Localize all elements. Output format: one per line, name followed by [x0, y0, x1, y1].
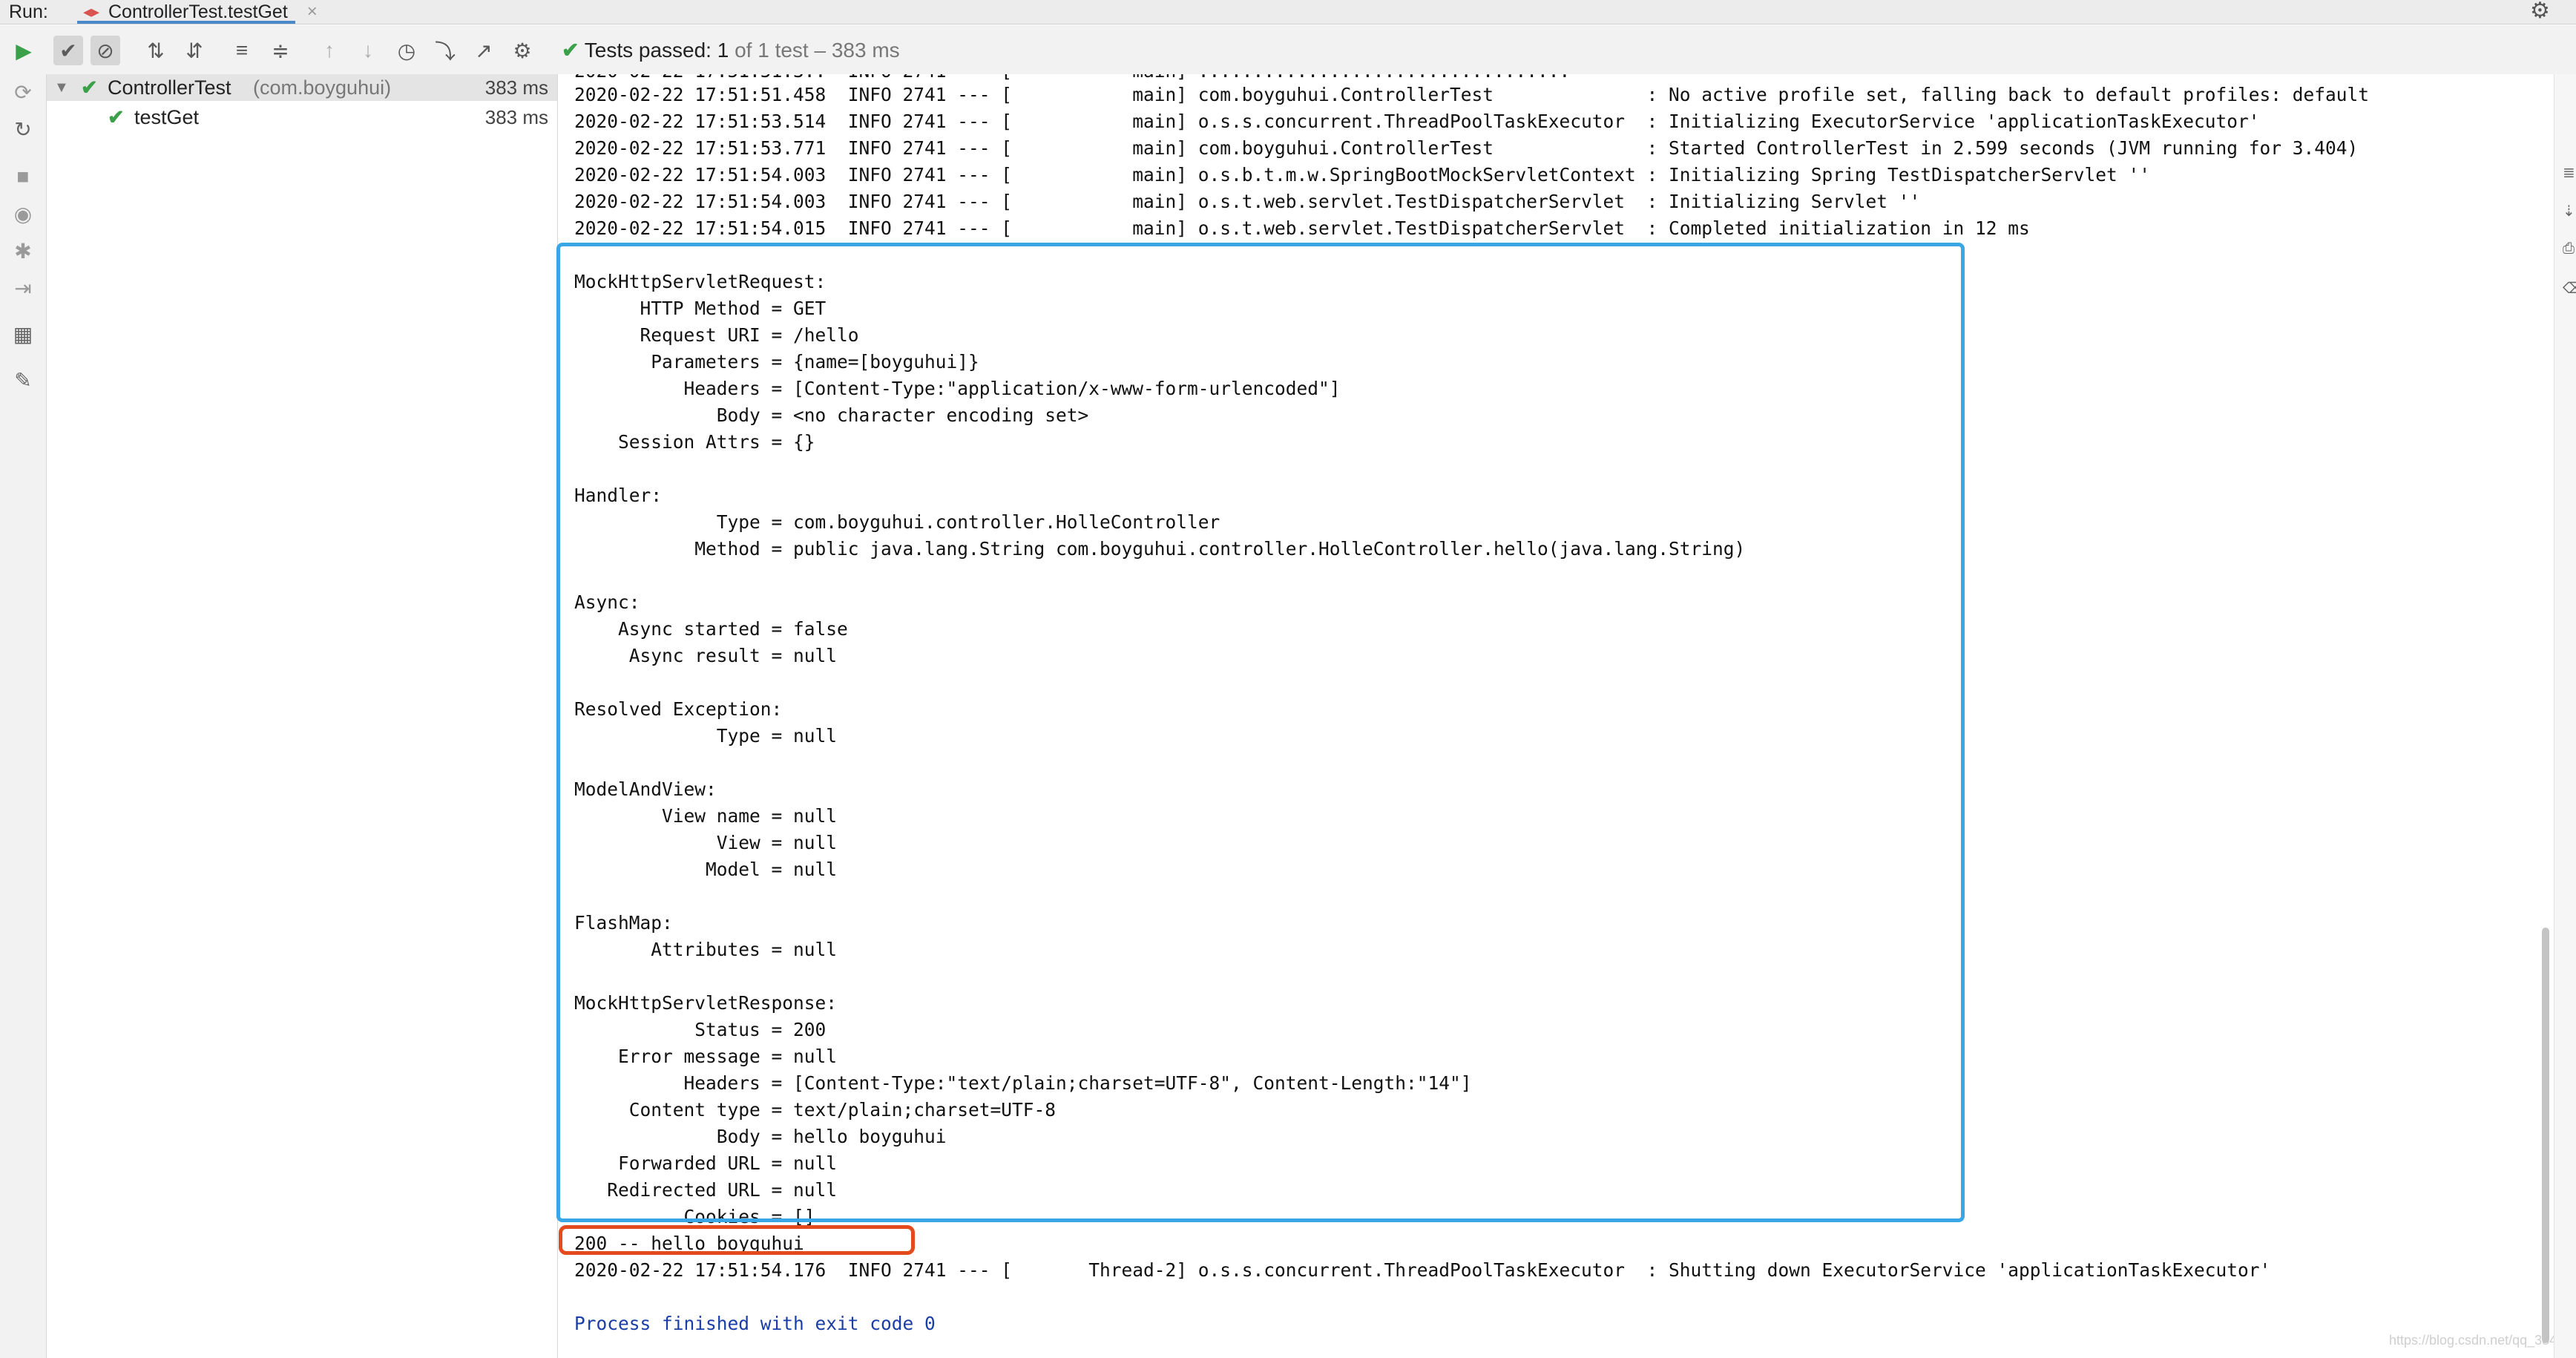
highlight-box-blue	[556, 243, 1965, 1222]
soft-wrap-icon[interactable]: ≣	[2563, 163, 2576, 181]
status-rest: of 1 test – 383 ms	[735, 39, 900, 62]
console-line: 2020-02-22 17:51:53.771 INFO 2741 --- [ …	[574, 137, 2359, 159]
test-history-icon[interactable]: ◷	[392, 36, 421, 65]
status-count: 1	[717, 39, 729, 62]
passed-check-icon: ✔	[81, 76, 98, 99]
passed-check-icon: ✔	[108, 106, 125, 128]
rerun-icon[interactable]: ▶	[9, 36, 39, 65]
tree-item-package: (com.boyguhui)	[253, 76, 392, 99]
debug-icon[interactable]: ✱	[8, 236, 38, 266]
watermark: https://blog.csdn.net/qq_384...	[2389, 1333, 2554, 1348]
settings-icon[interactable]: ⚙	[507, 36, 537, 65]
expand-all-icon[interactable]: ≡	[227, 36, 257, 65]
previous-failed-icon[interactable]: ↑	[315, 36, 344, 65]
tab-controller-test-get[interactable]: ◂▸ ControllerTest.testGet ×	[77, 0, 318, 24]
close-tab-icon[interactable]: ×	[307, 0, 318, 24]
sort-alpha-icon[interactable]: ⇅	[141, 36, 171, 65]
exit-icon[interactable]: ⇥	[8, 273, 38, 303]
camera-icon[interactable]: ◉	[8, 199, 38, 229]
highlight-box-orange	[559, 1225, 915, 1255]
tests-passed-status: ✔ Tests passed: 1 of 1 test – 383 ms	[562, 36, 900, 65]
stop-icon[interactable]: ■	[8, 162, 38, 191]
console-line: 2020-02-22 17:51:54.176 INFO 2741 --- [ …	[574, 1259, 2271, 1281]
tree-item-controller-test[interactable]: ▼ ✔ ControllerTest (com.boyguhui) 383 ms	[47, 74, 557, 101]
rerun-failed-icon[interactable]: ⟳	[8, 77, 38, 107]
layout-icon[interactable]: ▦	[8, 319, 38, 349]
run-toolbar: ▶ ✔ ⊘ ⇅ ⇵ ≡ ≑ ↑ ↓ ◷ ⤵ ↗ ⚙ ✔ Tests passed…	[0, 25, 2576, 75]
console-gutter	[2554, 74, 2576, 1358]
export-tests-icon[interactable]: ↗	[469, 36, 499, 65]
passed-check-icon: ✔	[562, 39, 579, 62]
console-line: 2020-02-22 17:51:51.458 INFO 2741 --- [ …	[574, 84, 2370, 105]
show-passed-icon[interactable]: ✔	[53, 36, 83, 65]
test-config-icon: ◂▸	[83, 2, 100, 21]
expand-arrow-icon[interactable]: ▼	[54, 74, 69, 101]
run-label: Run:	[9, 1, 48, 22]
tree-item-name: ControllerTest	[108, 76, 231, 99]
vertical-scrollbar-thumb[interactable]	[2542, 928, 2549, 1343]
gear-icon[interactable]: ⚙	[2530, 0, 2550, 22]
tab-label: ControllerTest.testGet	[108, 1, 288, 22]
console-line: 2020-02-22 17:51:54.003 INFO 2741 --- [ …	[574, 164, 2151, 186]
tree-item-duration: 383 ms	[484, 76, 548, 99]
tree-item-duration: 383 ms	[484, 106, 548, 128]
print-icon[interactable]: ⎙	[2563, 240, 2576, 257]
collapse-all-icon[interactable]: ≑	[266, 36, 295, 65]
next-failed-icon[interactable]: ↓	[353, 36, 383, 65]
test-tree: ▼ ✔ ControllerTest (com.boyguhui) 383 ms…	[47, 74, 558, 1358]
pin-icon[interactable]: ✎	[8, 365, 38, 395]
status-prefix: Tests passed:	[584, 39, 712, 62]
tree-item-test-get[interactable]: ✔ testGet 383 ms	[47, 104, 557, 131]
clear-all-icon[interactable]: ⌫	[2563, 279, 2576, 297]
show-ignored-icon[interactable]: ⊘	[91, 36, 120, 65]
tree-item-name: testGet	[134, 106, 200, 128]
run-titlebar: Run: ◂▸ ControllerTest.testGet × ⚙	[0, 0, 2576, 24]
console-line: 2020-02-22 17:51:54.003 INFO 2741 --- [ …	[574, 191, 1921, 212]
toggle-auto-test-icon[interactable]: ↻	[8, 114, 38, 144]
left-action-bar: ⟳ ↻ ■ ◉ ✱ ⇥ ▦ ✎	[0, 74, 47, 1358]
console-line: 2020-02-22 17:51:53.514 INFO 2741 --- [ …	[574, 111, 2260, 132]
process-exit-line: Process finished with exit code 0	[574, 1313, 936, 1334]
sort-duration-icon[interactable]: ⇵	[180, 36, 209, 65]
console-line: 2020-02-22 17:51:54.015 INFO 2741 --- [ …	[574, 217, 2030, 239]
scroll-to-end-icon[interactable]: ⇣	[2563, 202, 2576, 220]
import-tests-icon[interactable]: ⤵	[430, 36, 460, 65]
